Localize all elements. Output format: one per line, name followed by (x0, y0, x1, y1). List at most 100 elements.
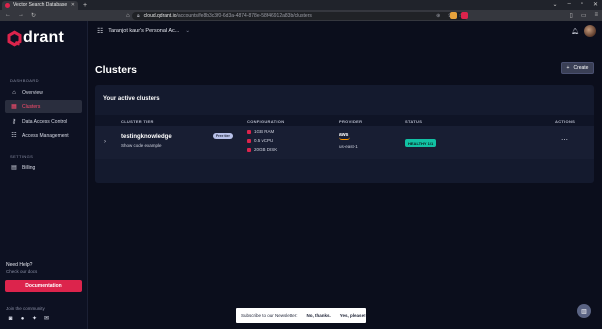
column-header-actions: ACTIONS (555, 118, 576, 124)
chevron-down-icon[interactable]: ⌄ (552, 1, 557, 8)
extensions (450, 11, 468, 19)
sidebar-item-clusters[interactable]: ▦ Clusters (5, 100, 82, 113)
logo[interactable]: drant (7, 29, 64, 47)
extension-icon[interactable] (461, 11, 468, 19)
favicon-icon (5, 2, 10, 8)
url-domain: cloud.qdrant.io (143, 12, 177, 19)
sidebar-item-label: Clusters (22, 103, 41, 110)
accept-button[interactable]: Yes, please! (340, 313, 366, 318)
create-button[interactable]: + Create (561, 62, 594, 74)
back-icon[interactable]: ← (5, 12, 11, 19)
sidebar-toggle-icon[interactable]: ▯ (570, 12, 573, 19)
column-header-tier: CLUSTER TIER (121, 118, 154, 124)
logo-text: drant (23, 29, 64, 46)
config-ram: 1GB RAM (247, 129, 274, 134)
clusters-panel: Your active clusters CLUSTER TIER CONFIG… (95, 85, 594, 183)
url-path: /accounts/fe8b3c3f0-6d3a-4874-878e-58f46… (176, 12, 312, 19)
browser-menu-area: ▯ ▭ ≡ (570, 12, 599, 19)
close-tab-icon[interactable]: ✕ (71, 2, 75, 8)
cpu-icon (247, 138, 251, 143)
people-icon: ☷ (11, 133, 17, 139)
reload-icon[interactable]: ↻ (31, 12, 36, 19)
newsletter-toast: Subscribe to our Newsletter: No, thanks.… (236, 308, 366, 323)
config-ram-label: 1GB RAM (254, 129, 275, 134)
status-badge: HEALTHY 1/1 (405, 139, 437, 147)
config-cpu-label: 0.5 vCPU (254, 138, 274, 143)
community-label: Join the community (6, 306, 45, 311)
new-tab-icon[interactable]: + (83, 2, 87, 9)
lock-icon: 🔒︎ (137, 12, 140, 19)
chat-icon: ▥ (581, 308, 587, 315)
column-header-configuration: CONFIGURATION (247, 118, 285, 124)
qdrant-logo-icon (7, 30, 22, 46)
url-input[interactable]: 🔒︎ cloud.qdrant.io /accounts/fe8b3c3f0-6… (132, 11, 468, 20)
app: drant DASHBOARD ⌂ Overview ▦ Clusters ⚷ … (0, 21, 602, 329)
key-icon: ⚷ (11, 119, 17, 125)
sidebar-item-label: Billing (22, 164, 36, 171)
column-header-provider: PROVIDER (339, 118, 363, 124)
window-controls: ⌄ – ▫ ✕ (552, 1, 598, 8)
page-title: Clusters (95, 64, 138, 76)
sidebar-item-overview[interactable]: ⌂ Overview (5, 86, 82, 99)
ram-icon (247, 129, 251, 134)
social-links: ◙ ● ✦ ✉ (7, 315, 50, 323)
cluster-name: testingknowledge (121, 134, 172, 140)
menu-icon[interactable]: ≡ (594, 12, 598, 19)
more-actions-icon[interactable]: ⋯ (561, 136, 568, 144)
create-label: Create (573, 65, 589, 71)
aws-smile-icon (339, 137, 350, 140)
bookmark-icon[interactable]: ⌂ (126, 13, 130, 19)
help-title: Need Help? (6, 262, 33, 268)
support-chat-button[interactable]: ▥ (577, 304, 591, 318)
zoom-icon[interactable]: ⊕ (436, 13, 440, 19)
forward-icon[interactable]: → (18, 12, 24, 19)
minimize-icon[interactable]: – (567, 1, 570, 8)
github-icon[interactable]: ● (19, 315, 26, 322)
org-switcher[interactable]: ☷ Taranjot kaur's Personal Ac... ⌄ (97, 27, 190, 35)
email-icon[interactable]: ✉ (43, 315, 50, 322)
provider-region: us-east-1 (339, 144, 358, 149)
help-docs-link[interactable]: Check our docs (6, 269, 37, 274)
tier-badge: Free tier (213, 133, 233, 139)
sidebar-item-billing[interactable]: ▤ Billing (5, 161, 82, 174)
chevron-right-icon[interactable]: › (104, 139, 106, 145)
disk-icon (247, 147, 251, 152)
bell-icon[interactable]: 🔔︎ (571, 28, 579, 35)
plus-icon: + (566, 65, 570, 71)
browser-tab-bar: Vector Search Database ✕ + ⌄ – ▫ ✕ (0, 0, 602, 10)
browser-tab[interactable]: Vector Search Database ✕ (2, 0, 78, 10)
sidebar-item-data-access-control[interactable]: ⚷ Data Access Control (5, 115, 82, 128)
address-bar-row: ← → ↻ ⌂ 🔒︎ cloud.qdrant.io /accounts/fe8… (0, 10, 602, 21)
sidebar-item-label: Access Management (22, 132, 69, 139)
org-name: Taranjot kaur's Personal Ac... (108, 28, 180, 34)
sidebar-item-label: Data Access Control (22, 118, 68, 125)
sidebar-item-access-management[interactable]: ☷ Access Management (5, 129, 82, 142)
clusters-icon: ▦ (11, 104, 17, 110)
sidebar-item-label: Overview (22, 89, 43, 96)
table-header: CLUSTER TIER CONFIGURATION PROVIDER STAT… (95, 115, 594, 126)
maximize-icon[interactable]: ▫ (581, 1, 583, 8)
billing-icon: ▤ (11, 165, 17, 171)
people-icon: ☷ (97, 28, 104, 35)
home-icon: ⌂ (12, 89, 16, 96)
section-label-settings: SETTINGS (10, 154, 34, 159)
table-row[interactable]: › testingknowledge Free tier Show code e… (95, 126, 594, 159)
close-window-icon[interactable]: ✕ (593, 1, 598, 8)
discord-icon[interactable]: ◙ (7, 315, 14, 322)
panel-title: Your active clusters (103, 96, 160, 102)
sidebar: drant DASHBOARD ⌂ Overview ▦ Clusters ⚷ … (0, 21, 88, 329)
shield-icon[interactable] (450, 11, 457, 19)
toast-message: Subscribe to our Newsletter: (241, 313, 298, 318)
column-header-status: STATUS (405, 118, 423, 124)
chevron-down-icon: ⌄ (185, 28, 190, 34)
show-code-example-link[interactable]: Show code example (121, 143, 162, 148)
section-label-dashboard: DASHBOARD (10, 78, 39, 83)
twitter-icon[interactable]: ✦ (31, 315, 38, 322)
config-cpu: 0.5 vCPU (247, 138, 273, 143)
config-disk: 20GB DISK (247, 147, 277, 152)
documentation-button[interactable]: Documentation (5, 280, 82, 292)
decline-button[interactable]: No, thanks. (307, 313, 331, 318)
wallet-icon[interactable]: ▭ (581, 12, 587, 19)
tab-title: Vector Search Database (13, 2, 68, 8)
avatar[interactable] (584, 25, 596, 37)
